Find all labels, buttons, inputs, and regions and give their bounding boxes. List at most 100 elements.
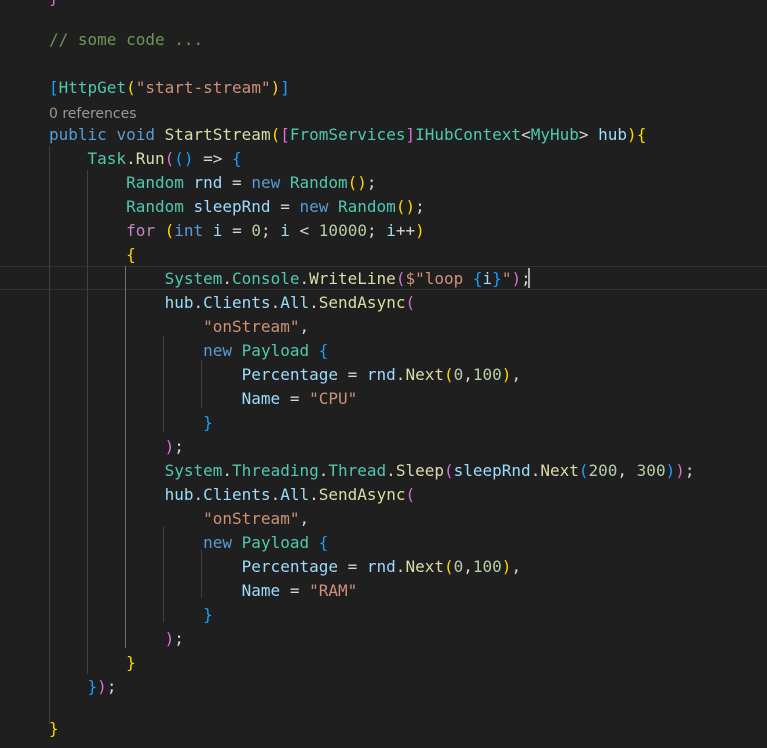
code-token: { xyxy=(318,341,329,360)
code-token: . xyxy=(222,269,233,288)
code-line[interactable]: new Payload { xyxy=(49,339,328,363)
code-token: ] xyxy=(280,78,290,97)
code-line[interactable]: Name = "CPU" xyxy=(49,387,358,411)
code-token: rnd xyxy=(366,557,396,576)
code-token: Percentage xyxy=(241,365,338,384)
code-line[interactable]: Random sleepRnd = new Random(); xyxy=(49,195,425,219)
code-token: Name xyxy=(241,581,281,600)
code-token: ; xyxy=(415,197,425,216)
code-token: = xyxy=(337,365,367,384)
code-token: } xyxy=(492,269,502,288)
code-token: [ xyxy=(49,78,59,97)
code-token: = xyxy=(337,557,367,576)
code-line[interactable]: for (int i = 0; i < 10000; i++) xyxy=(49,219,425,243)
code-editor[interactable]: } // some code ... [HttpGet("start-stream"… xyxy=(0,0,767,748)
code-token: All xyxy=(280,485,310,504)
code-token: () xyxy=(347,173,367,192)
code-token: ) xyxy=(415,221,425,240)
code-token: 10000 xyxy=(318,221,367,240)
code-token: Next xyxy=(405,557,444,576)
code-token: } xyxy=(203,605,213,624)
code-line[interactable]: Percentage = rnd.Next(0,100), xyxy=(49,363,521,387)
code-token: } xyxy=(203,413,213,432)
code-token: ( xyxy=(405,485,416,504)
code-token: // some code ... xyxy=(49,30,204,49)
code-token: "CPU" xyxy=(309,389,358,408)
code-line[interactable]: hub.Clients.All.SendAsync( xyxy=(49,483,416,507)
code-line[interactable]: "onStream", xyxy=(49,507,309,531)
code-token: () xyxy=(395,197,416,216)
code-token: . xyxy=(270,485,281,504)
code-token: "start-stream" xyxy=(135,78,271,97)
code-token: Next xyxy=(540,461,579,480)
code-token: = xyxy=(280,581,310,600)
code-line[interactable]: hub.Clients.All.SendAsync( xyxy=(49,291,416,315)
code-token: void xyxy=(116,125,155,144)
code-token: ( xyxy=(443,365,454,384)
code-line[interactable]: System.Console.WriteLine($"loop {i}"); xyxy=(49,267,531,291)
code-token: < xyxy=(521,125,531,144)
code-token: { xyxy=(126,245,136,264)
code-token: rnd xyxy=(193,173,223,192)
code-token: IHubContext xyxy=(415,125,522,144)
code-token: { xyxy=(472,269,483,288)
code-line[interactable]: } xyxy=(49,651,136,675)
code-token: } xyxy=(49,0,59,7)
code-token: 100 xyxy=(472,557,502,576)
code-line[interactable]: } xyxy=(49,0,59,10)
code-token: ) xyxy=(164,629,175,648)
code-token: ; xyxy=(366,173,377,192)
code-line[interactable]: ); xyxy=(49,435,184,459)
code-token: } xyxy=(126,653,136,672)
code-line[interactable]: new Payload { xyxy=(49,531,328,555)
code-token: $"loop xyxy=(405,269,473,288)
code-line[interactable]: } xyxy=(49,411,213,435)
code-token: ( xyxy=(405,293,416,312)
code-token: public xyxy=(49,125,107,144)
code-line[interactable]: Random rnd = new Random(); xyxy=(49,171,377,195)
code-token: 300 xyxy=(636,461,666,480)
code-token: 200 xyxy=(588,461,618,480)
code-line[interactable]: // some code ... xyxy=(49,28,203,52)
code-token: { xyxy=(636,125,647,144)
code-token: i xyxy=(386,221,396,240)
code-token: , xyxy=(463,365,473,384)
code-line[interactable]: [HttpGet("start-stream")] xyxy=(49,76,290,100)
codelens-references[interactable]: 0 references xyxy=(49,104,137,124)
code-token: . xyxy=(309,485,319,504)
code-token: ) xyxy=(501,365,512,384)
code-token: { xyxy=(232,149,242,168)
code-token: new xyxy=(203,533,233,552)
code-line[interactable]: Name = "RAM" xyxy=(49,579,358,603)
code-token: ) xyxy=(164,437,175,456)
code-line[interactable]: }); xyxy=(49,675,117,699)
code-token: , xyxy=(299,317,310,336)
code-line[interactable]: { xyxy=(49,243,136,267)
code-token: ; xyxy=(260,221,281,240)
code-line[interactable]: ); xyxy=(49,627,184,651)
code-line[interactable]: public void StartStream([FromServices]IH… xyxy=(49,123,646,147)
code-token: FromServices xyxy=(289,125,406,144)
code-line[interactable]: } xyxy=(49,603,213,627)
code-token: . xyxy=(299,269,310,288)
code-token: . xyxy=(126,149,136,168)
code-token: ) xyxy=(627,125,637,144)
code-line[interactable]: Percentage = rnd.Next(0,100), xyxy=(49,555,521,579)
code-line[interactable]: System.Threading.Thread.Sleep(sleepRnd.N… xyxy=(49,459,695,483)
code-token: ) xyxy=(501,557,512,576)
code-line[interactable]: Task.Run(() => { xyxy=(49,147,242,171)
code-line[interactable]: } xyxy=(49,717,59,741)
code-line[interactable]: "onStream", xyxy=(49,315,309,339)
